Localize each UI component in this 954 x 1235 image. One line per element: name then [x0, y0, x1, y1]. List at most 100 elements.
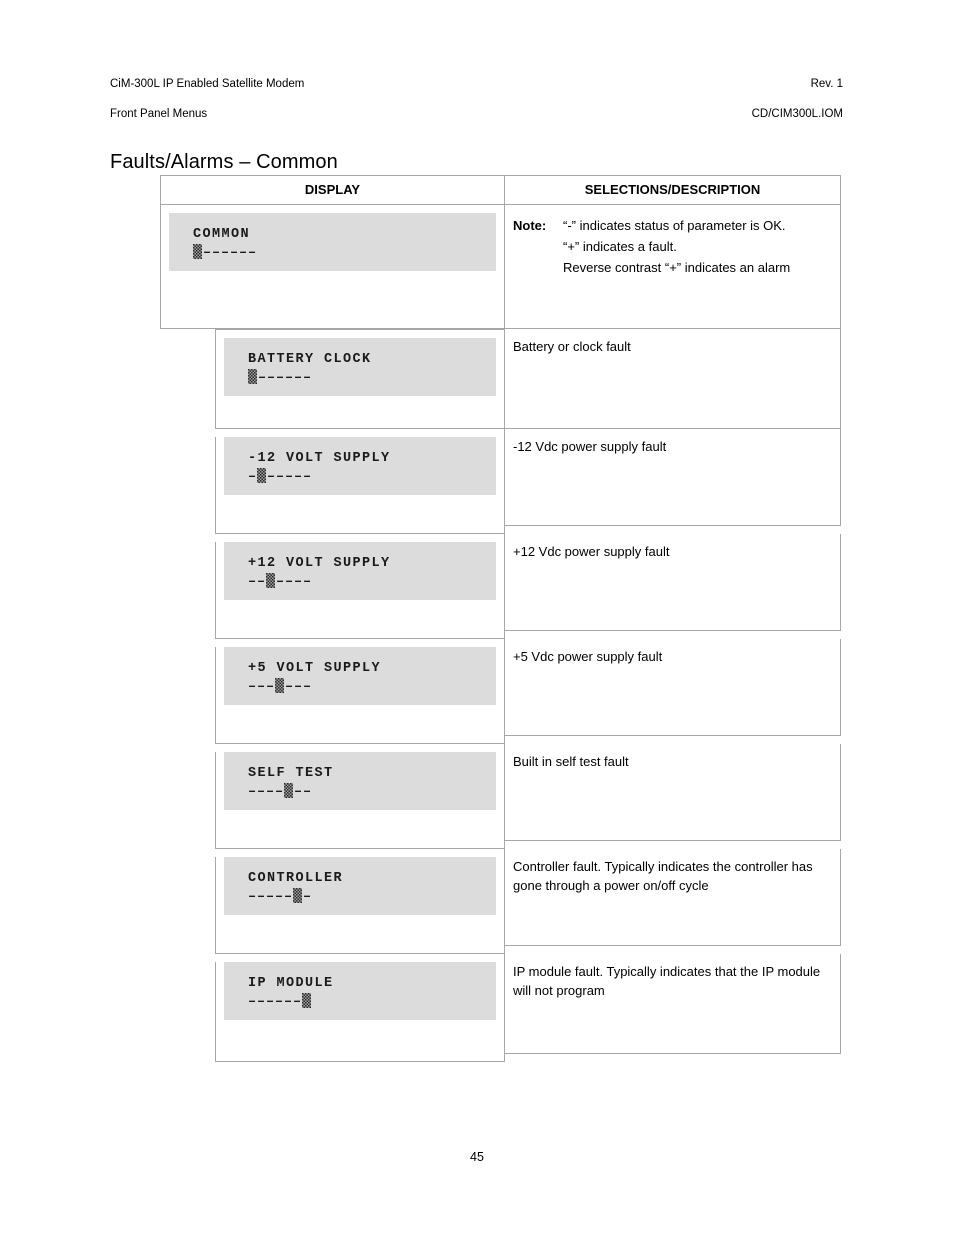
lcd-dash: – [266, 890, 275, 905]
header-revision: Rev. 1 [810, 78, 843, 90]
lcd-line2: –––––– [248, 573, 496, 592]
lcd-cursor-block [284, 783, 293, 798]
lcd-dash: – [239, 246, 248, 261]
lcd-cursor-block [193, 244, 202, 259]
lcd-line1: CONTROLLER [248, 871, 344, 886]
description-cell-controller: Controller fault. Typically indicates th… [505, 849, 841, 946]
lcd-dash: – [276, 470, 285, 485]
description-text: Battery or clock fault [513, 339, 631, 354]
header-left: CiM-300L IP Enabled Satellite Modem Fron… [110, 62, 304, 137]
lcd-dash: – [248, 246, 257, 261]
lcd-line2: –––––– [248, 783, 496, 802]
description-text: IP module fault. Typically indicates tha… [513, 964, 821, 998]
lcd-dash: – [248, 680, 257, 695]
lcd-dash: – [294, 575, 303, 590]
lcd-dash: – [267, 371, 276, 386]
description-text: -12 Vdc power supply fault [513, 439, 667, 454]
table-row: BATTERY CLOCK –––––– Battery or clock fa… [160, 329, 841, 429]
lcd-panel-plus12-volt-supply: +12 VOLT SUPPLY –– –––– [224, 542, 496, 600]
lcd-dash: – [266, 680, 275, 695]
lcd-cursor-block [266, 573, 275, 588]
display-cell-ip-module: IP MODULE –––––– [160, 954, 505, 1062]
lcd-dash: – [257, 890, 266, 905]
display-cell-common: COMMON –––––– [160, 205, 505, 329]
display-cell-plus5-volt-supply: +5 VOLT SUPPLY ––– ––– [160, 639, 505, 744]
lcd-dash: – [303, 680, 312, 695]
display-cell-plus12-volt-supply: +12 VOLT SUPPLY –– –––– [160, 534, 505, 639]
table-row: COMMON –––––– Note: “-” indicates status… [160, 205, 841, 329]
description-cell-minus12-volt-supply: -12 Vdc power supply fault [505, 429, 841, 526]
lcd-line1: COMMON [193, 227, 251, 242]
column-header-description: SELECTIONS/DESCRIPTION [505, 176, 841, 204]
lcd-dash: – [285, 680, 294, 695]
header-section-name: Front Panel Menus [110, 108, 208, 120]
description-cell-ip-module: IP module fault. Typically indicates tha… [505, 954, 841, 1054]
lcd-line2: –––––– [248, 678, 496, 697]
note-lines: “-” indicates status of parameter is OK.… [563, 215, 832, 278]
lcd-dash: – [257, 575, 266, 590]
lcd-dash: – [303, 470, 312, 485]
description-cell-plus12-volt-supply: +12 Vdc power supply fault [505, 534, 841, 631]
lcd-line1: +12 VOLT SUPPLY [248, 556, 391, 571]
lcd-panel-battery-clock: BATTERY CLOCK –––––– [224, 338, 496, 396]
lcd-dash: – [276, 371, 285, 386]
description-cell-self-test: Built in self test fault [505, 744, 841, 841]
table-header-row: DISPLAY SELECTIONS/DESCRIPTION [160, 175, 841, 205]
lcd-dash: – [303, 575, 312, 590]
faults-alarms-table: DISPLAY SELECTIONS/DESCRIPTION COMMON ––… [160, 175, 841, 1062]
lcd-dash: – [303, 890, 312, 905]
lcd-dash: – [258, 371, 267, 386]
lcd-dash: – [230, 246, 239, 261]
lcd-dash: – [248, 470, 257, 485]
table-row: IP MODULE –––––– IP module fault. Typica… [160, 954, 841, 1062]
lcd-dash: – [266, 995, 275, 1010]
description-text: Built in self test fault [513, 754, 629, 769]
lcd-dash: – [294, 785, 303, 800]
lcd-dash: – [285, 575, 294, 590]
description-text: +5 Vdc power supply fault [513, 649, 663, 664]
lcd-dash: – [257, 680, 266, 695]
description-cell-plus5-volt-supply: +5 Vdc power supply fault [505, 639, 841, 736]
lcd-panel-plus5-volt-supply: +5 VOLT SUPPLY ––– ––– [224, 647, 496, 705]
lcd-line2: –––––– [248, 369, 496, 388]
note-line: Reverse contrast “+” indicates an alarm [563, 260, 791, 275]
header-right: Rev. 1 CD/CIM300L.IOM [752, 62, 843, 137]
lcd-dash: – [294, 371, 303, 386]
lcd-dash: – [294, 470, 303, 485]
lcd-dash: – [285, 470, 294, 485]
lcd-line1: BATTERY CLOCK [248, 352, 372, 367]
table-row: +5 VOLT SUPPLY ––– ––– +5 Vdc power suppl… [160, 639, 841, 744]
lcd-line2: –––––– [248, 993, 496, 1012]
lcd-line1: SELF TEST [248, 766, 334, 781]
lcd-dash: – [275, 785, 284, 800]
lcd-line1: -12 VOLT SUPPLY [248, 451, 391, 466]
display-cell-battery-clock: BATTERY CLOCK –––––– [160, 329, 505, 429]
page-header: CiM-300L IP Enabled Satellite Modem Fron… [110, 62, 843, 137]
page-number: 45 [470, 1150, 484, 1164]
lcd-dash: – [303, 785, 312, 800]
lcd-dash: – [294, 680, 303, 695]
lcd-dash: – [248, 785, 257, 800]
lcd-panel-minus12-volt-supply: -12 VOLT SUPPLY – ––––– [224, 437, 496, 495]
description-cell-battery-clock: Battery or clock fault [505, 329, 841, 429]
lcd-cursor-block [257, 468, 266, 483]
lcd-dash: – [276, 575, 285, 590]
lcd-dash: – [303, 371, 312, 386]
lcd-cursor-block [275, 678, 284, 693]
lcd-dash: – [266, 785, 275, 800]
column-header-display: DISPLAY [160, 176, 505, 204]
description-cell-note: Note: “-” indicates status of parameter … [505, 205, 841, 329]
lcd-dash: – [257, 785, 266, 800]
display-cell-minus12-volt-supply: -12 VOLT SUPPLY – ––––– [160, 429, 505, 534]
lcd-dash: – [257, 995, 266, 1010]
lcd-line1: IP MODULE [248, 976, 334, 991]
table-row: +12 VOLT SUPPLY –– –––– +12 Vdc power sup… [160, 534, 841, 639]
page-title: Faults/Alarms – Common [110, 151, 338, 174]
lcd-dash: – [248, 575, 257, 590]
lcd-cursor-block [293, 888, 302, 903]
lcd-cursor-block [302, 993, 311, 1008]
lcd-panel-common: COMMON –––––– [169, 213, 496, 271]
header-product-name: CiM-300L IP Enabled Satellite Modem [110, 78, 305, 90]
lcd-panel-self-test: SELF TEST –––– –– [224, 752, 496, 810]
lcd-line2: –––––– [248, 888, 496, 907]
